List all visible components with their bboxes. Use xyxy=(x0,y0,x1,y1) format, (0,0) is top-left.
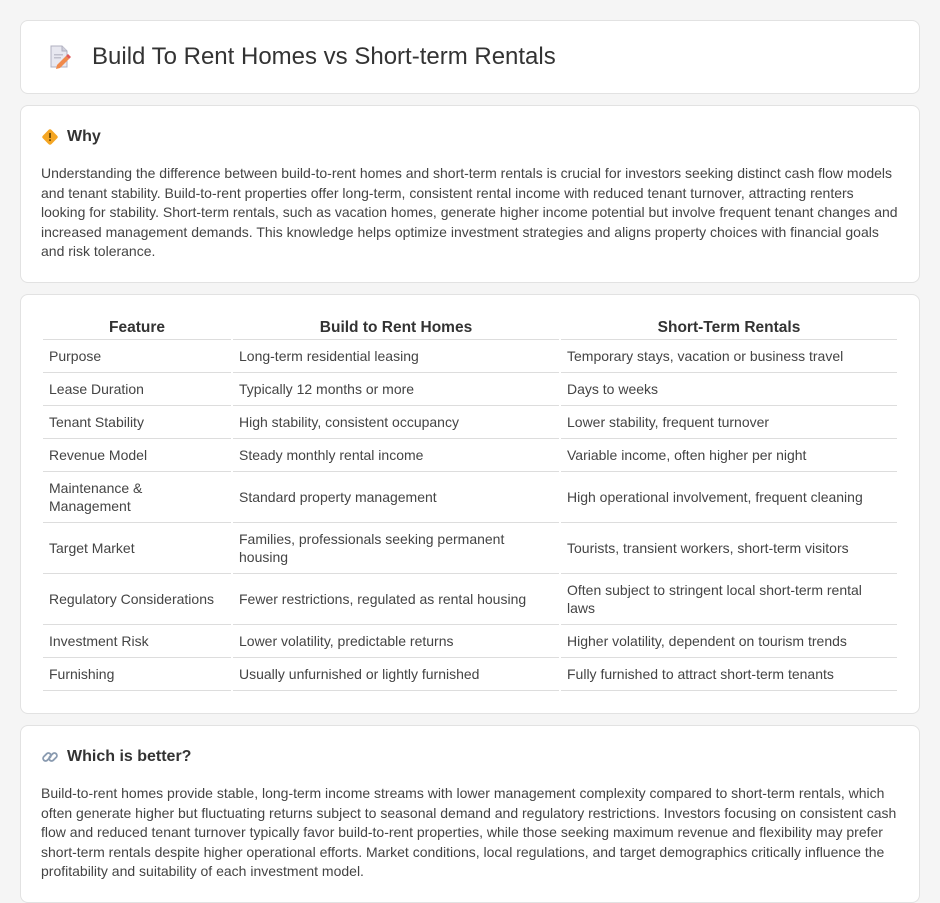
feature-cell: Investment Risk xyxy=(43,625,231,658)
short-term-cell: Variable income, often higher per night xyxy=(561,439,897,472)
table-row: Investment Risk Lower volatility, predic… xyxy=(43,625,897,658)
comparison-table: Feature Build to Rent Homes Short-Term R… xyxy=(41,319,899,691)
better-section: Which is better? Build-to-rent homes pro… xyxy=(20,724,920,903)
table-row: Maintenance & Management Standard proper… xyxy=(43,472,897,523)
why-text: Understanding the difference between bui… xyxy=(41,165,898,260)
short-term-cell: Lower stability, frequent turnover xyxy=(561,406,897,439)
table-header-row: Feature Build to Rent Homes Short-Term R… xyxy=(43,319,897,340)
table-row: Purpose Long-term residential leasing Te… xyxy=(43,340,897,373)
build-to-rent-cell: Standard property management xyxy=(233,472,559,523)
why-section: Why Understanding the difference between… xyxy=(20,105,920,283)
build-to-rent-cell: Families, professionals seeking permanen… xyxy=(233,523,559,574)
table-row: Furnishing Usually unfurnished or lightl… xyxy=(43,658,897,691)
build-to-rent-cell: Usually unfurnished or lightly furnished xyxy=(233,658,559,691)
better-text: Build-to-rent homes provide stable, long… xyxy=(41,784,897,880)
build-to-rent-cell: Typically 12 months or more xyxy=(233,373,559,406)
table-row: Target Market Families, professionals se… xyxy=(43,523,897,574)
comparison-card: Feature Build to Rent Homes Short-Term R… xyxy=(20,293,920,714)
build-to-rent-cell: Steady monthly rental income xyxy=(233,439,559,472)
road-sign-icon xyxy=(41,128,59,146)
table-row: Revenue Model Steady monthly rental inco… xyxy=(43,439,897,472)
short-term-cell: Temporary stays, vacation or business tr… xyxy=(561,340,897,373)
page-title: Build To Rent Homes vs Short-term Rental… xyxy=(92,43,556,70)
why-title: Why xyxy=(67,128,101,145)
table-row: Lease Duration Typically 12 months or mo… xyxy=(43,373,897,406)
feature-cell: Maintenance & Management xyxy=(43,472,231,523)
feature-cell: Tenant Stability xyxy=(43,406,231,439)
short-term-cell: Higher volatility, dependent on tourism … xyxy=(561,625,897,658)
short-term-cell: Fully furnished to attract short-term te… xyxy=(561,658,897,691)
table-row: Tenant Stability High stability, consist… xyxy=(43,406,897,439)
link-icon xyxy=(41,748,59,766)
short-term-cell: Days to weeks xyxy=(561,373,897,406)
table-row: Regulatory Considerations Fewer restrict… xyxy=(43,574,897,625)
short-term-cell: High operational involvement, frequent c… xyxy=(561,472,897,523)
feature-cell: Furnishing xyxy=(43,658,231,691)
better-title: Which is better? xyxy=(67,747,192,765)
build-to-rent-cell: Long-term residential leasing xyxy=(233,340,559,373)
feature-cell: Target Market xyxy=(43,523,231,574)
feature-cell: Purpose xyxy=(43,340,231,373)
short-term-cell: Tourists, transient workers, short-term … xyxy=(561,523,897,574)
short-term-cell: Often subject to stringent local short-t… xyxy=(561,574,897,625)
header-build-to-rent: Build to Rent Homes xyxy=(233,319,559,340)
document-pencil-icon xyxy=(46,43,74,71)
header-feature: Feature xyxy=(43,319,231,340)
feature-cell: Revenue Model xyxy=(43,439,231,472)
build-to-rent-cell: Lower volatility, predictable returns xyxy=(233,625,559,658)
header-card: Build To Rent Homes vs Short-term Rental… xyxy=(20,20,920,94)
header-short-term: Short-Term Rentals xyxy=(561,319,897,340)
feature-cell: Lease Duration xyxy=(43,373,231,406)
build-to-rent-cell: Fewer restrictions, regulated as rental … xyxy=(233,574,559,625)
feature-cell: Regulatory Considerations xyxy=(43,574,231,625)
build-to-rent-cell: High stability, consistent occupancy xyxy=(233,406,559,439)
